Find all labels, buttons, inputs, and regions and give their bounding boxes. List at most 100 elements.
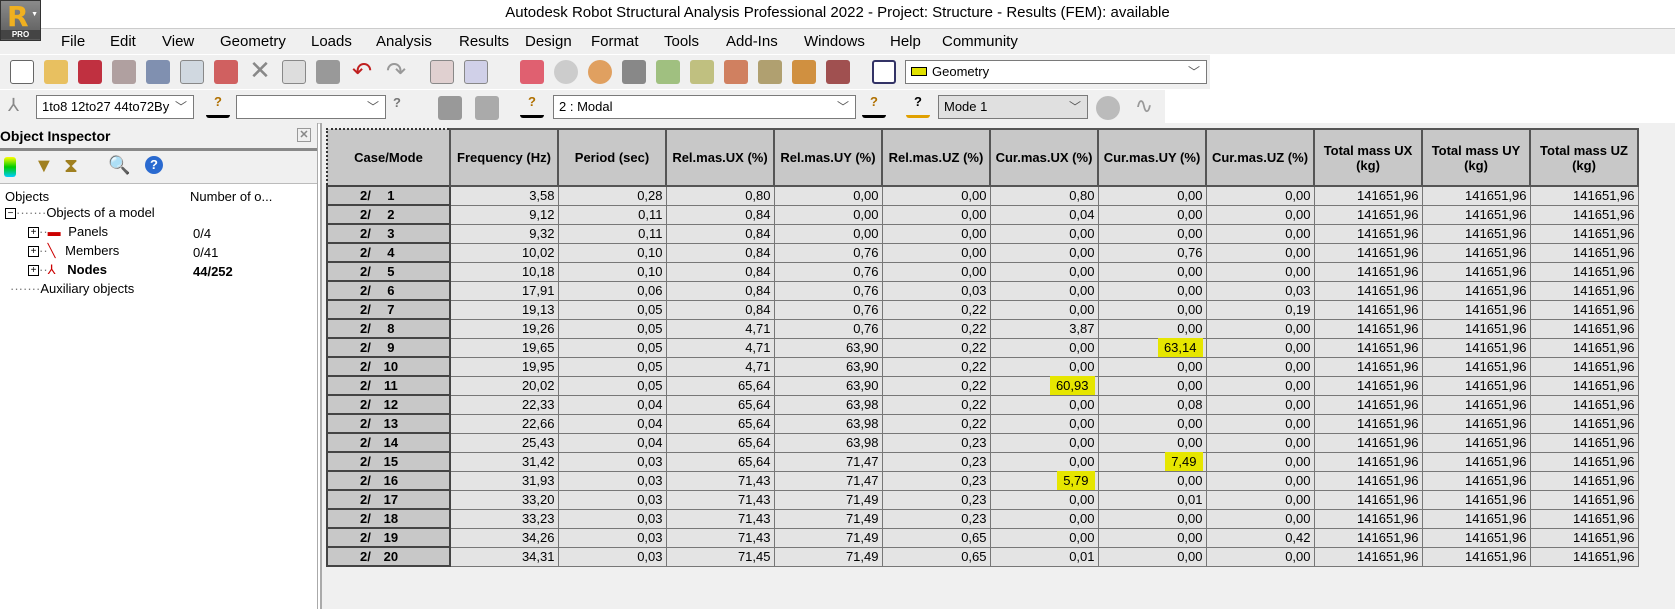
column-header[interactable]: Total mass UX (kg): [1313, 128, 1423, 187]
case-mode-cell[interactable]: 2/5: [326, 261, 451, 282]
node-selection-combo[interactable]: 1to8 12to27 44to72By ﹀: [36, 95, 194, 119]
case-mode-cell[interactable]: 2/15: [326, 451, 451, 472]
table-cell[interactable]: 0,04: [557, 394, 667, 415]
table-cell[interactable]: 19,13: [449, 299, 559, 320]
column-header[interactable]: Cur.mas.UZ (%): [1205, 128, 1315, 187]
table-cell[interactable]: 0,76: [773, 299, 883, 320]
table-cell[interactable]: 141651,96: [1421, 527, 1531, 548]
table-cell[interactable]: 141651,96: [1313, 470, 1423, 491]
case-mode-cell[interactable]: 2/8: [326, 318, 451, 339]
table-cell[interactable]: 0,00: [1205, 337, 1315, 358]
table-cell[interactable]: 0,22: [881, 337, 991, 358]
table-cell[interactable]: 0,00: [1205, 432, 1315, 453]
save-icon[interactable]: [78, 60, 102, 84]
table-cell[interactable]: 141651,96: [1313, 394, 1423, 415]
table-cell[interactable]: 0,00: [989, 451, 1099, 472]
case-mode-cell[interactable]: 2/19: [326, 527, 451, 548]
table-cell[interactable]: 63,98: [773, 413, 883, 434]
table-cell[interactable]: 65,64: [665, 451, 775, 472]
table-cell[interactable]: 0,03: [557, 527, 667, 548]
table-cell[interactable]: 141651,96: [1421, 375, 1531, 396]
table-cell[interactable]: 141651,96: [1313, 413, 1423, 434]
table-cell[interactable]: 141651,96: [1421, 204, 1531, 225]
table-cell[interactable]: 0,00: [989, 280, 1099, 301]
table-cell[interactable]: 0,00: [989, 432, 1099, 453]
table-cell[interactable]: 141651,96: [1421, 280, 1531, 301]
table-cell[interactable]: 19,95: [449, 356, 559, 377]
table-cell[interactable]: 0,00: [1097, 261, 1207, 282]
table-cell[interactable]: 0,22: [881, 318, 991, 339]
menu-loads[interactable]: Loads: [311, 33, 352, 50]
delete-icon[interactable]: ✕: [248, 57, 272, 83]
table-cell[interactable]: 0,03: [557, 451, 667, 472]
clear-filter-icon[interactable]: ⧗: [64, 155, 88, 179]
table-row[interactable]: 2/8 19,26 0,05 4,71 0,76 0,22 3,87 0,00 0,00 1416…: [326, 318, 1639, 339]
lock-icon[interactable]: [520, 60, 544, 84]
collapse-icon[interactable]: −: [5, 208, 16, 220]
table-cell[interactable]: 63,90: [773, 356, 883, 377]
menu-tools[interactable]: Tools: [664, 33, 699, 50]
column-header[interactable]: Frequency (Hz): [449, 128, 559, 187]
case-mode-cell[interactable]: 2/11: [326, 375, 451, 396]
table-cell[interactable]: 0,00: [881, 242, 991, 263]
case-mode-cell[interactable]: 2/4: [326, 242, 451, 263]
table-cell[interactable]: 0,00: [1205, 204, 1315, 225]
hand-help-icon[interactable]: ?: [393, 95, 417, 119]
table-cell[interactable]: 22,66: [449, 413, 559, 434]
table-row[interactable]: 2/14 25,43 0,04 65,64 63,98 0,23 0,00 0,00 0,00 1…: [326, 432, 1639, 453]
table-cell[interactable]: 0,23: [881, 451, 991, 472]
table-cell[interactable]: 0,84: [665, 280, 775, 301]
table-cell[interactable]: 0,05: [557, 356, 667, 377]
calculator-icon[interactable]: [430, 60, 454, 84]
design-icon[interactable]: [758, 60, 782, 84]
case-mode-cell[interactable]: 2/13: [326, 413, 451, 434]
table-cell[interactable]: 141651,96: [1529, 337, 1639, 358]
tree-item-objects-of-model[interactable]: − ·······Objects of a model: [5, 205, 155, 220]
table-cell[interactable]: 0,03: [557, 489, 667, 510]
table-cell[interactable]: 71,43: [665, 508, 775, 529]
table-cell[interactable]: 141651,96: [1313, 451, 1423, 472]
mode-shape-icon[interactable]: [1096, 96, 1120, 120]
load-case-select-icon[interactable]: ?: [520, 94, 544, 118]
table-cell[interactable]: 141651,96: [1313, 223, 1423, 244]
table-cell[interactable]: 0,76: [1097, 242, 1207, 263]
table-cell[interactable]: 0,00: [989, 242, 1099, 263]
case-mode-cell[interactable]: 2/2: [326, 204, 451, 225]
table-cell[interactable]: 0,00: [1205, 451, 1315, 472]
layout-select[interactable]: Geometry ﹀: [905, 60, 1207, 84]
table-cell[interactable]: 0,22: [881, 299, 991, 320]
table-cell[interactable]: 141651,96: [1529, 375, 1639, 396]
table-cell[interactable]: 141651,96: [1529, 470, 1639, 491]
table-cell[interactable]: 63,98: [773, 394, 883, 415]
table-cell[interactable]: 141651,96: [1529, 451, 1639, 472]
table-cell[interactable]: 0,28: [557, 185, 667, 206]
table-cell[interactable]: 71,49: [773, 489, 883, 510]
table-row[interactable]: 2/1 3,58 0,28 0,80 0,00 0,00 0,80 0,00 0,00 14165…: [326, 185, 1639, 206]
columns-icon[interactable]: [4, 157, 16, 177]
table-row[interactable]: 2/4 10,02 0,10 0,84 0,76 0,00 0,00 0,76 0,00 1416…: [326, 242, 1639, 263]
filter-icon[interactable]: ▼: [34, 155, 58, 179]
table-cell[interactable]: 0,23: [881, 432, 991, 453]
table-row[interactable]: 2/11 20,02 0,05 65,64 63,90 0,22 60,93 0,00 0,00…: [326, 375, 1639, 396]
table-cell[interactable]: 0,00: [989, 413, 1099, 434]
case-mode-cell[interactable]: 2/10: [326, 356, 451, 377]
table-cell[interactable]: 141651,96: [1421, 242, 1531, 263]
menu-format[interactable]: Format: [591, 33, 639, 50]
table-cell[interactable]: 22,33: [449, 394, 559, 415]
column-number-of-objects[interactable]: Number of o...: [190, 189, 272, 204]
mode-combo[interactable]: Mode 1 ﹀: [938, 95, 1088, 119]
table-cell[interactable]: 71,49: [773, 527, 883, 548]
table-row[interactable]: 2/5 10,18 0,10 0,84 0,76 0,00 0,00 0,00 0,00 1416…: [326, 261, 1639, 282]
table-cell[interactable]: 0,00: [1097, 318, 1207, 339]
column-header[interactable]: Case/Mode: [326, 128, 451, 187]
table-cell[interactable]: 0,22: [881, 356, 991, 377]
table-cell[interactable]: 0,03: [881, 280, 991, 301]
sine-wave-icon[interactable]: ∿: [1132, 93, 1156, 118]
column-header[interactable]: Total mass UZ (kg): [1529, 128, 1639, 187]
copy-icon[interactable]: [282, 60, 306, 84]
table-cell[interactable]: 0,80: [665, 185, 775, 206]
table-cell[interactable]: 0,00: [989, 223, 1099, 244]
tree-item-nodes[interactable]: + ··⅄ Nodes: [28, 262, 107, 278]
diagram-icon[interactable]: [724, 60, 748, 84]
table-cell[interactable]: 141651,96: [1313, 356, 1423, 377]
